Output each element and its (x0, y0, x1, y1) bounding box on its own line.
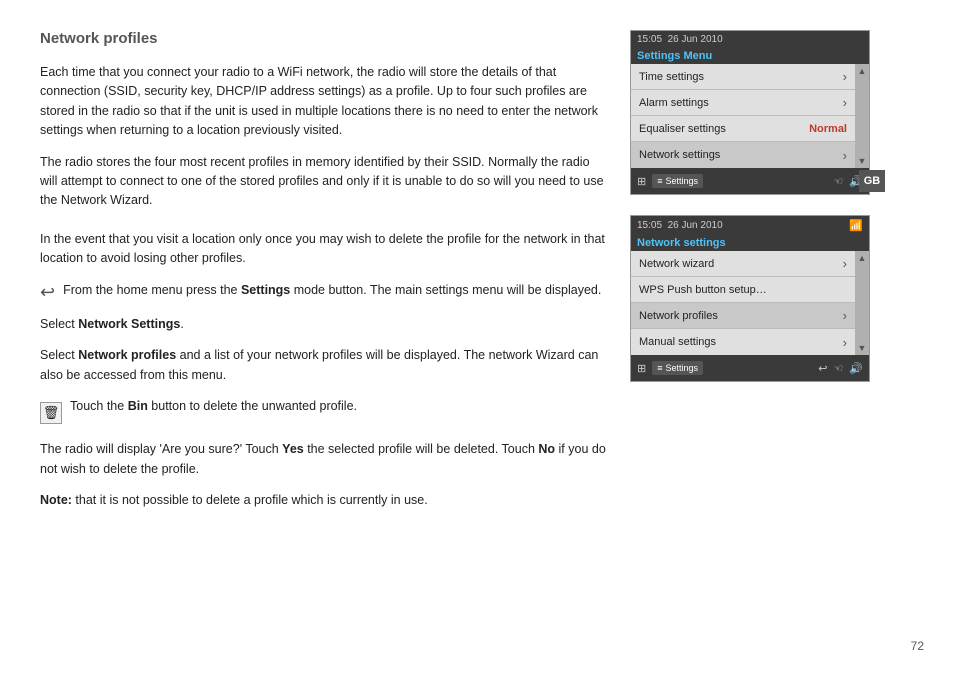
device-screen-1: 15:05 26 Jun 2010 Settings Menu Time set… (630, 30, 870, 195)
select-network-settings: Select Network Settings. (40, 315, 610, 334)
screen2-label-3: Manual settings (639, 336, 716, 348)
screen2-time: 15:05 26 Jun 2010 (637, 220, 723, 231)
screen1-header: 15:05 26 Jun 2010 (631, 31, 869, 48)
para2b-text: In the event that you visit a location o… (40, 232, 605, 265)
select-network-profiles: Select Network profiles and a list of yo… (40, 346, 610, 385)
screen1-list: Time settings › Alarm settings › Equalis… (631, 64, 855, 168)
screen1-hand-icon: ☜ (833, 175, 843, 188)
screen1-scrollbar[interactable]: ▲ ▼ (855, 64, 869, 168)
bin-icon: 🗑 (40, 402, 62, 424)
screen1-settings-btn[interactable]: ≡ Settings (652, 174, 703, 188)
bin-text: Touch the Bin button to delete the unwan… (70, 397, 357, 416)
screen2-arrow-2: › (843, 308, 847, 323)
screen2-title: Network settings (631, 235, 869, 251)
screen1-label-3: Network settings (639, 149, 720, 161)
screen2-item-0[interactable]: Network wizard › (631, 251, 855, 277)
note-bottom: Note: that it is not possible to delete … (40, 491, 610, 510)
screen1-label-0: Time settings (639, 71, 704, 83)
screen2-settings-btn[interactable]: ≡ Settings (652, 361, 703, 375)
screen2-item-2[interactable]: Network profiles › (631, 303, 855, 329)
scrollbar2-down[interactable]: ▼ (858, 343, 867, 353)
screen1-item-0[interactable]: Time settings › (631, 64, 855, 90)
screen2-hand-icon: ☜ (833, 362, 843, 375)
screen1-value-2: Normal (809, 123, 847, 135)
page-title: Network profiles (40, 30, 610, 47)
screen2-scrollbar[interactable]: ▲ ▼ (855, 251, 869, 355)
screen2-menu-icon: ≡ (657, 363, 662, 373)
screen2-list: Network wizard › WPS Push button setup… … (631, 251, 855, 355)
screen2-label-0: Network wizard (639, 258, 714, 270)
main-content: Network profiles Each time that you conn… (40, 30, 630, 643)
screen2-body: Network wizard › WPS Push button setup… … (631, 251, 869, 355)
screen1-label-1: Alarm settings (639, 97, 709, 109)
paragraph-1: Each time that you connect your radio to… (40, 63, 610, 141)
screen1-label-2: Equaliser settings (639, 123, 726, 135)
screen1-footer: ⊞ ≡ Settings ☜ 🔊 (631, 168, 869, 194)
screen1-arrow-0: › (843, 69, 847, 84)
screen1-arrow-3: › (843, 148, 847, 163)
screen1-settings-label: Settings (665, 176, 698, 186)
screen2-header: 15:05 26 Jun 2010 📶 (631, 216, 869, 235)
gb-badge: GB (859, 170, 885, 192)
yes-no-para: The radio will display 'Are you sure?' T… (40, 440, 610, 479)
screen2-volume-icon: 🔊 (849, 362, 863, 375)
screen2-arrow-3: › (843, 335, 847, 350)
para2-text: The radio stores the four most recent pr… (40, 155, 604, 208)
scrollbar1-up[interactable]: ▲ (858, 66, 867, 76)
screen1-time: 15:05 26 Jun 2010 (637, 34, 723, 45)
screen1-item-1[interactable]: Alarm settings › (631, 90, 855, 116)
screen1-arrow-1: › (843, 95, 847, 110)
scrollbar2-up[interactable]: ▲ (858, 253, 867, 263)
right-panel: GB 15:05 26 Jun 2010 Settings Menu Time … (630, 30, 885, 643)
note-text: From the home menu press the Settings mo… (63, 281, 601, 300)
screen2-item-1[interactable]: WPS Push button setup… (631, 277, 855, 303)
screen1-body: Time settings › Alarm settings › Equalis… (631, 64, 869, 168)
screen1-item-2[interactable]: Equaliser settings Normal (631, 116, 855, 142)
paragraph-2: The radio stores the four most recent pr… (40, 153, 610, 269)
wifi-icon: 📶 (849, 219, 863, 232)
screen2-label-2: Network profiles (639, 310, 718, 322)
settings-note: ↩ From the home menu press the Settings … (40, 281, 610, 303)
bin-instruction: 🗑 Touch the Bin button to delete the unw… (40, 397, 610, 428)
note-arrow-icon: ↩ (40, 282, 55, 303)
screen2-footer: ⊞ ≡ Settings ↩ ☜ 🔊 (631, 355, 869, 381)
screen2-arrow-0: › (843, 256, 847, 271)
page-number: 72 (911, 639, 924, 653)
screen2-item-3[interactable]: Manual settings › (631, 329, 855, 355)
screen2-grid-icon: ⊞ (637, 362, 646, 375)
screen1-menu-icon: ≡ (657, 176, 662, 186)
screen2-label-1: WPS Push button setup… (639, 284, 767, 296)
screen2-settings-label: Settings (665, 363, 698, 373)
screen2-back-icon: ↩ (818, 362, 827, 375)
screen1-title: Settings Menu (631, 48, 869, 64)
device-screen-2: 15:05 26 Jun 2010 📶 Network settings Net… (630, 215, 870, 382)
scrollbar1-down[interactable]: ▼ (858, 156, 867, 166)
screen1-grid-icon: ⊞ (637, 175, 646, 188)
screen1-item-3[interactable]: Network settings › (631, 142, 855, 168)
